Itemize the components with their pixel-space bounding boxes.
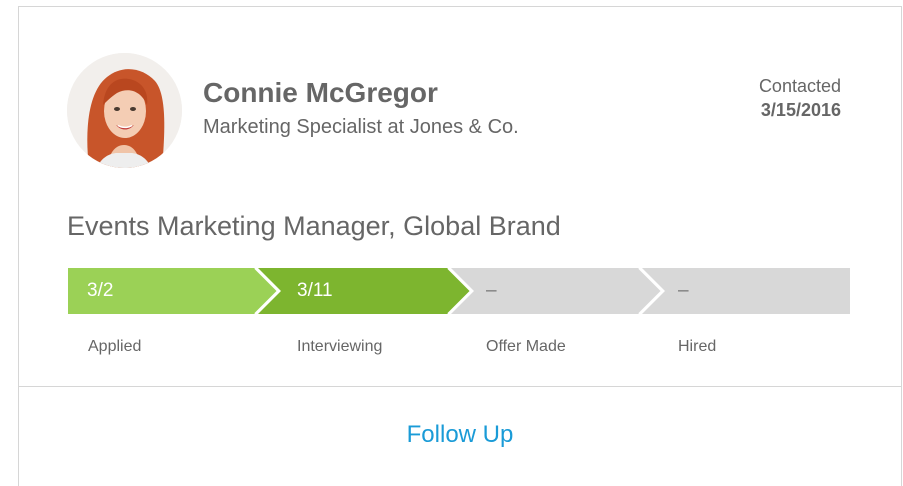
contacted-info: Contacted 3/15/2016 [759, 74, 841, 122]
stage-applied-date: 3/2 [87, 280, 114, 301]
contacted-label: Contacted [758, 76, 841, 96]
stage-interviewing-label: Interviewing [297, 338, 383, 355]
pipeline-progress: 3/2 3/11 – – [68, 268, 850, 314]
stage-offer-made-date: – [486, 280, 497, 301]
candidate-avatar [67, 53, 182, 168]
stage-interviewing-segment [258, 268, 471, 314]
stage-applied-label: Applied [88, 338, 142, 355]
follow-up-button[interactable]: Follow Up [19, 421, 901, 449]
stage-offer-made-segment [451, 268, 662, 314]
stage-hired-label: Hired [678, 338, 717, 355]
candidate-name: Connie McGregor [203, 77, 438, 108]
avatar-image [67, 53, 182, 168]
card-divider [19, 386, 901, 387]
stage-hired-date: – [678, 280, 689, 301]
contacted-date: 3/15/2016 [760, 100, 841, 120]
stage-hired-segment [642, 268, 850, 314]
job-title: Events Marketing Manager, Global Brand [67, 211, 561, 241]
candidate-card: Connie McGregor Marketing Specialist at … [18, 6, 902, 486]
stage-offer-made-label: Offer Made [486, 338, 566, 355]
candidate-title: Marketing Specialist at Jones & Co. [203, 116, 519, 138]
stage-interviewing-date: 3/11 [297, 280, 333, 301]
pipeline-chevrons [68, 268, 850, 314]
